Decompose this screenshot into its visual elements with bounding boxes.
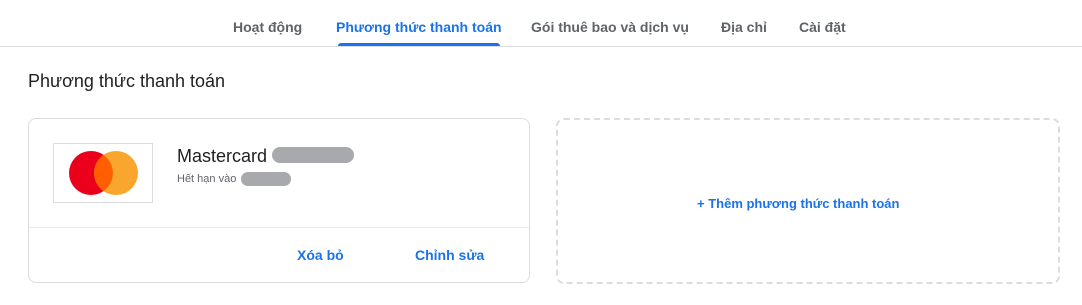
top-tab-bar: Hoạt động Phương thức thanh toán Gói thu… xyxy=(0,0,1082,47)
add-payment-method-box[interactable]: + Thêm phương thức thanh toán xyxy=(556,118,1060,284)
tab-label: Gói thuê bao và dịch vụ xyxy=(531,19,689,35)
card-expiry-label: Hết hạn vào xyxy=(177,173,237,185)
tab-label: Địa chỉ xyxy=(721,19,767,35)
tab-label: Cài đặt xyxy=(799,19,846,35)
payment-card: Mastercard Hết hạn vào Xóa bỏ Chỉnh sửa xyxy=(28,118,530,283)
tab-settings[interactable]: Cài đặt xyxy=(799,0,846,45)
card-divider xyxy=(29,227,529,228)
redacted-card-number xyxy=(272,147,354,163)
tab-activity[interactable]: Hoạt động xyxy=(233,0,302,45)
mastercard-logo-icon xyxy=(69,151,138,195)
card-brand: Mastercard xyxy=(177,146,268,166)
page-title: Phương thức thanh toán xyxy=(28,71,226,91)
edit-card-button[interactable]: Chỉnh sửa xyxy=(415,247,484,263)
card-logo-frame xyxy=(53,143,153,203)
tab-label: Phương thức thanh toán xyxy=(336,19,502,35)
tab-subscriptions-services[interactable]: Gói thuê bao và dịch vụ xyxy=(531,0,689,45)
redacted-expiry-date xyxy=(241,172,291,186)
active-tab-indicator xyxy=(338,43,500,46)
remove-card-button[interactable]: Xóa bỏ xyxy=(297,247,344,263)
add-payment-method-button[interactable]: + Thêm phương thức thanh toán xyxy=(697,196,899,211)
tab-addresses[interactable]: Địa chỉ xyxy=(721,0,767,45)
tab-payment-methods[interactable]: Phương thức thanh toán xyxy=(336,0,502,46)
tab-label: Hoạt động xyxy=(233,19,303,35)
